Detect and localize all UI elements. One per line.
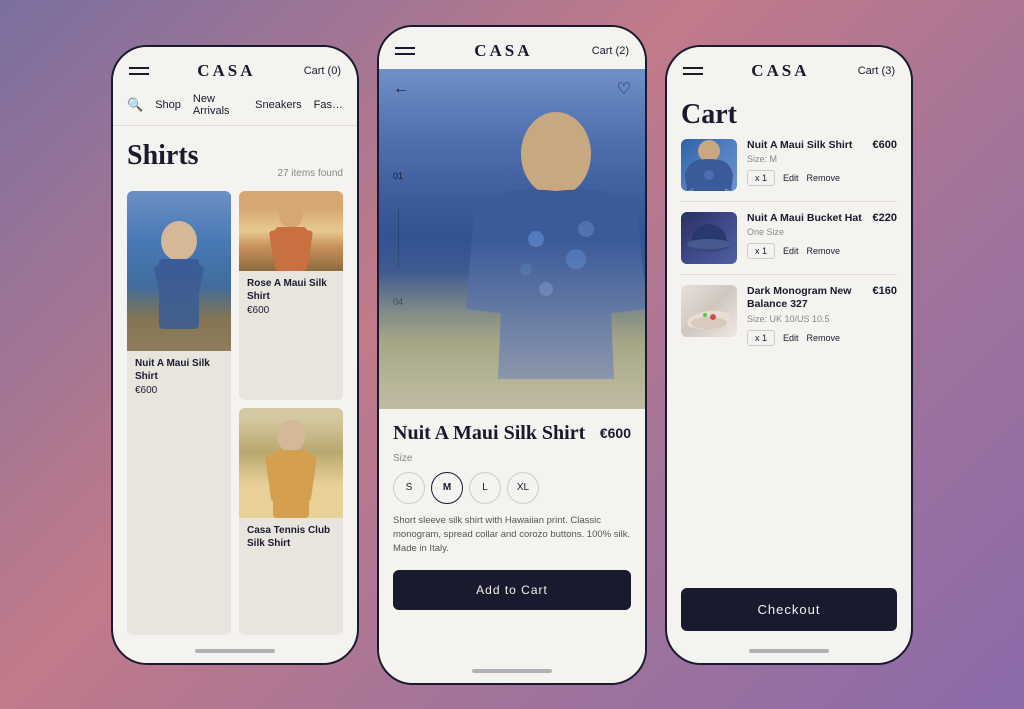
cart-item-image-3 [681,285,737,337]
size-s[interactable]: S [393,472,425,504]
cart-item-details-2: Nuit A Maui Bucket Hat €220 One Size x 1… [747,212,897,260]
qty-2[interactable]: x 1 [747,243,775,259]
nav-sneakers[interactable]: Sneakers [255,99,301,111]
wishlist-heart-icon[interactable]: ♡ [617,79,631,99]
cart-item-3: Dark Monogram New Balance 327 €160 Size:… [681,285,897,356]
product-card-1[interactable]: Nuit A Maui Silk Shirt €600 [127,191,231,635]
cart-item-1: Nuit A Maui Silk Shirt €600 Size: M x 1 … [681,139,897,202]
remove-link-2[interactable]: Remove [807,246,841,256]
search-icon[interactable]: 🔍 [127,97,143,113]
cart-item-name-2: Nuit A Maui Bucket Hat [747,212,862,226]
hero-nav: ← ♡ [379,79,645,99]
product-image-2 [239,191,343,271]
cart-item-image-2 [681,212,737,264]
cart-item-price-1: €600 [873,139,897,151]
product-info-1: Nuit A Maui Silk Shirt €600 [127,351,231,402]
cart-label-2[interactable]: Cart (2) [592,45,629,57]
product-price-1: €600 [135,385,223,396]
brand-name-3: CASA [751,61,809,81]
product-hero-image: ← ♡ 01 04 [379,69,645,409]
product-info-2: Rose A Maui Silk Shirt €600 [239,271,343,322]
cart-item-size-3: Size: UK 10/US 10.5 [747,314,897,324]
slide-start: 01 [393,171,403,181]
topbar-detail: CASA Cart (2) [379,27,645,69]
hero-overlay [379,239,645,409]
cart-item-actions-1: x 1 Edit Remove [747,170,897,186]
cart-page-title: Cart [667,89,911,139]
cart-item-2: Nuit A Maui Bucket Hat €220 One Size x 1… [681,212,897,275]
cart-item-name-3: Dark Monogram New Balance 327 [747,285,873,312]
cart-item-details-3: Dark Monogram New Balance 327 €160 Size:… [747,285,897,346]
size-xl[interactable]: XL [507,472,539,504]
phone-detail: CASA Cart (2) ← ♡ 01 04 Nuit A M [377,25,647,685]
product-image-3 [239,408,343,518]
cart-item-size-1: Size: M [747,154,897,164]
menu-icon-2[interactable] [395,47,415,55]
menu-icon-3[interactable] [683,67,703,75]
product-card-2[interactable]: Rose A Maui Silk Shirt €600 [239,191,343,401]
product-detail-name: Nuit A Maui Silk Shirt [393,421,585,445]
size-m[interactable]: M [431,472,463,504]
edit-link-2[interactable]: Edit [783,246,799,256]
size-l[interactable]: L [469,472,501,504]
qty-1[interactable]: x 1 [747,170,775,186]
nav-shop[interactable]: Shop [155,99,181,111]
cart-item-details-1: Nuit A Maui Silk Shirt €600 Size: M x 1 … [747,139,897,187]
cart-item-price-3: €160 [873,285,897,297]
hat-thumbnail [681,212,737,264]
topbar-listing: CASA Cart (0) [113,47,357,89]
shirt-thumbnail [681,139,737,191]
remove-link-1[interactable]: Remove [807,173,841,183]
cart-item-name-1: Nuit A Maui Silk Shirt [747,139,852,153]
checkout-button[interactable]: Checkout [681,588,897,631]
menu-icon[interactable] [129,67,149,75]
remove-link-3[interactable]: Remove [807,333,841,343]
cart-item-image-1 [681,139,737,191]
detail-title-row: Nuit A Maui Silk Shirt €600 [393,421,631,445]
phone-bottom-bar-2 [379,661,645,683]
product-image-1 [127,191,231,351]
topbar-cart: CASA Cart (3) [667,47,911,89]
cart-item-actions-2: x 1 Edit Remove [747,243,897,259]
product-info-3: Casa Tennis Club Silk Shirt [239,518,343,556]
back-arrow-icon[interactable]: ← [393,80,409,98]
product-name-3: Casa Tennis Club Silk Shirt [247,524,335,550]
size-options: S M L XL [393,472,631,504]
cart-label-1[interactable]: Cart (0) [304,65,341,77]
cart-item-size-2: One Size [747,227,897,237]
product-grid: Nuit A Maui Silk Shirt €600 Rose A Maui … [113,185,357,641]
product-card-3[interactable]: Casa Tennis Club Silk Shirt [239,408,343,635]
edit-link-3[interactable]: Edit [783,333,799,343]
cart-label-3[interactable]: Cart (3) [858,65,895,77]
nav-more[interactable]: Fas… [314,99,343,111]
product-name-1: Nuit A Maui Silk Shirt [135,357,223,383]
nav-new-arrivals[interactable]: New Arrivals [193,93,243,117]
edit-link-1[interactable]: Edit [783,173,799,183]
size-label: Size [393,453,631,464]
product-detail-price: €600 [600,425,631,441]
phone-cart: CASA Cart (3) Cart Nuit A Maui Si [665,45,913,665]
cart-items-list: Nuit A Maui Silk Shirt €600 Size: M x 1 … [667,139,911,578]
product-name-2: Rose A Maui Silk Shirt [247,277,335,303]
phone-listing: CASA Cart (0) 🔍 Shop New Arrivals Sneake… [111,45,359,665]
cart-item-price-2: €220 [873,212,897,224]
product-price-2: €600 [247,305,335,316]
listing-header: Shirts 27 items found [113,126,357,185]
shoe-thumbnail [681,285,737,337]
phone-bottom-bar-3 [667,641,911,663]
product-description: Short sleeve silk shirt with Hawaiian pr… [393,514,631,557]
brand-name-1: CASA [197,61,255,81]
add-to-cart-button[interactable]: Add to Cart [393,570,631,610]
qty-3[interactable]: x 1 [747,330,775,346]
cart-item-actions-3: x 1 Edit Remove [747,330,897,346]
phone-bottom-bar-1 [113,641,357,663]
brand-name-2: CASA [474,41,532,61]
category-nav: 🔍 Shop New Arrivals Sneakers Fas… [113,89,357,126]
product-detail-content: Nuit A Maui Silk Shirt €600 Size S M L X… [379,409,645,661]
